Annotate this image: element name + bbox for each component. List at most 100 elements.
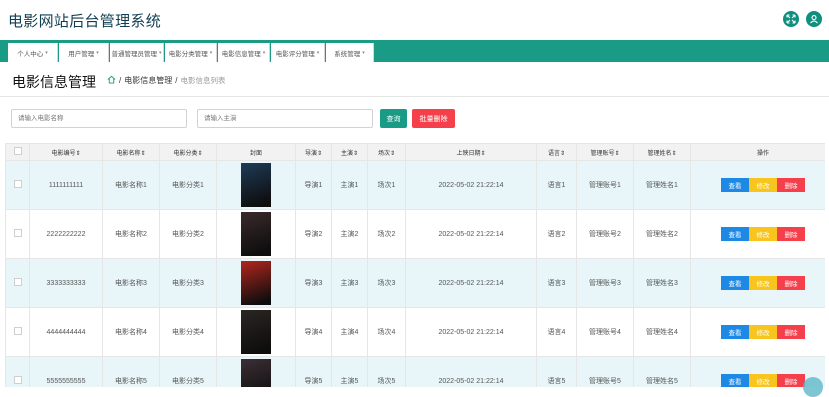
edit-button[interactable]: 修改 <box>749 227 777 241</box>
cell-language: 语言1 <box>536 160 577 210</box>
poster-cell <box>216 258 296 308</box>
row-actions: 查看 修改 删除 <box>690 307 825 357</box>
nav-item-system-management[interactable]: 系统管理 ▾ <box>326 43 374 62</box>
column-header[interactable]: 导演⇕ <box>295 143 332 161</box>
movie-poster-image <box>241 359 271 387</box>
column-header-label: 语言 <box>547 150 560 157</box>
edit-button[interactable]: 修改 <box>749 276 777 290</box>
row-checkbox[interactable] <box>5 356 30 387</box>
delete-button[interactable]: 删除 <box>777 374 805 387</box>
delete-button[interactable]: 删除 <box>777 227 805 241</box>
breadcrumb-separator: / <box>119 76 122 85</box>
nav-label: 系统管理 <box>334 50 361 58</box>
movie-name-search-input[interactable] <box>11 109 187 128</box>
nav-item-user-management[interactable]: 用户管理 ▾ <box>59 43 109 62</box>
column-header-label: 上映日期 <box>456 150 481 157</box>
view-button[interactable]: 查看 <box>721 374 749 387</box>
column-header-label: 主演 <box>340 150 353 157</box>
cell-id: 2222222222 <box>29 209 103 259</box>
sort-icon: ⇕ <box>140 150 146 157</box>
column-header[interactable]: 场次⇕ <box>367 143 406 161</box>
column-header[interactable]: 电影分类⇕ <box>159 143 217 161</box>
nav-item-admin-management[interactable]: 普通管理员管理 ▾ <box>110 43 164 62</box>
chevron-down-icon: ▾ <box>209 49 213 56</box>
edit-button[interactable]: 修改 <box>749 325 777 339</box>
column-header: 操作 <box>690 143 825 161</box>
back-to-top-button[interactable] <box>803 377 823 397</box>
nav-label: 个人中心 <box>17 50 44 58</box>
app-title: 电影网站后台管理系统 <box>8 13 162 30</box>
column-header[interactable]: 语言⇕ <box>536 143 577 161</box>
chevron-down-icon: ▾ <box>158 49 162 56</box>
cell-director: 导演5 <box>295 356 332 387</box>
column-header[interactable]: 主演⇕ <box>331 143 368 161</box>
query-button[interactable]: 查询 <box>380 109 407 128</box>
view-button[interactable]: 查看 <box>721 178 749 192</box>
delete-button[interactable]: 删除 <box>777 178 805 192</box>
movie-table: 电影编号⇕ 电影名称⇕ 电影分类⇕ 封面 导演⇕ 主演⇕ 场次⇕ 上映日期⇕ 语… <box>5 143 825 387</box>
row-checkbox[interactable] <box>5 160 30 210</box>
cell-session: 场次3 <box>367 258 406 308</box>
cell-name: 电影名称3 <box>102 258 160 308</box>
batch-delete-button[interactable]: 批量删除 <box>412 109 455 128</box>
poster-cell <box>216 209 296 259</box>
select-all-checkbox[interactable] <box>5 143 30 161</box>
divider <box>0 96 829 97</box>
row-checkbox[interactable] <box>5 209 30 259</box>
nav-item-movie-rating[interactable]: 电影评分管理 ▾ <box>271 43 325 62</box>
table-header-row: 电影编号⇕ 电影名称⇕ 电影分类⇕ 封面 导演⇕ 主演⇕ 场次⇕ 上映日期⇕ 语… <box>5 143 825 161</box>
nav-label: 用户管理 <box>68 50 95 58</box>
user-icon[interactable] <box>806 11 822 27</box>
cell-category: 电影分类4 <box>159 307 217 357</box>
cell-director: 导演1 <box>295 160 332 210</box>
table-row: 5555555555 电影名称5 电影分类5 导演5 主演5 场次5 2022-05-02 … <box>5 356 825 387</box>
edit-button[interactable]: 修改 <box>749 178 777 192</box>
cell-category: 电影分类2 <box>159 209 217 259</box>
edit-button[interactable]: 修改 <box>749 374 777 387</box>
column-header-label: 管理账号 <box>590 150 615 157</box>
row-checkbox[interactable] <box>5 307 30 357</box>
chevron-down-icon: ▾ <box>316 49 320 56</box>
home-icon[interactable] <box>107 75 116 86</box>
sort-icon: ⇕ <box>316 150 323 157</box>
sort-icon: ⇕ <box>559 150 566 157</box>
cell-id: 1111111111 <box>29 160 103 210</box>
cell-director: 导演2 <box>295 209 332 259</box>
cell-id: 5555555555 <box>29 356 103 387</box>
nav-item-movie-category[interactable]: 电影分类管理 ▾ <box>165 43 217 62</box>
column-header[interactable]: 电影名称⇕ <box>102 143 160 161</box>
column-header[interactable]: 上映日期⇕ <box>405 143 537 161</box>
sort-icon: ⇕ <box>614 150 620 157</box>
row-checkbox[interactable] <box>5 258 30 308</box>
cell-director: 导演3 <box>295 258 332 308</box>
delete-button[interactable]: 删除 <box>777 325 805 339</box>
view-button[interactable]: 查看 <box>721 325 749 339</box>
column-header-label: 电影编号 <box>51 150 76 157</box>
delete-button[interactable]: 删除 <box>777 276 805 290</box>
cell-manager: 管理姓名2 <box>633 209 691 259</box>
expand-icon[interactable] <box>783 11 799 27</box>
breadcrumb-item[interactable]: 电影信息管理 <box>124 75 172 86</box>
row-actions: 查看 修改 删除 <box>690 209 825 259</box>
cell-id: 4444444444 <box>29 307 103 357</box>
actor-search-input[interactable] <box>197 109 373 128</box>
breadcrumb-separator: / <box>175 76 178 85</box>
view-button[interactable]: 查看 <box>721 227 749 241</box>
nav-item-movie-info[interactable]: 电影信息管理 ▾ <box>218 43 270 62</box>
cell-category: 电影分类1 <box>159 160 217 210</box>
nav-label: 电影分类管理 <box>168 50 208 58</box>
cell-language: 语言2 <box>536 209 577 259</box>
movie-poster-image <box>241 261 271 305</box>
column-header[interactable]: 管理账号⇕ <box>576 143 634 161</box>
cell-name: 电影名称5 <box>102 356 160 387</box>
nav-item-personal-center[interactable]: 个人中心 ▾ <box>8 43 58 62</box>
column-header[interactable]: 管理姓名⇕ <box>633 143 691 161</box>
movie-poster-image <box>241 163 271 207</box>
cell-date: 2022-05-02 21:22:14 <box>405 258 537 308</box>
column-header-label: 管理姓名 <box>647 150 672 157</box>
cell-name: 电影名称1 <box>102 160 160 210</box>
column-header[interactable]: 电影编号⇕ <box>29 143 103 161</box>
cell-manager: 管理姓名1 <box>633 160 691 210</box>
chevron-down-icon: ▾ <box>96 49 99 56</box>
view-button[interactable]: 查看 <box>721 276 749 290</box>
